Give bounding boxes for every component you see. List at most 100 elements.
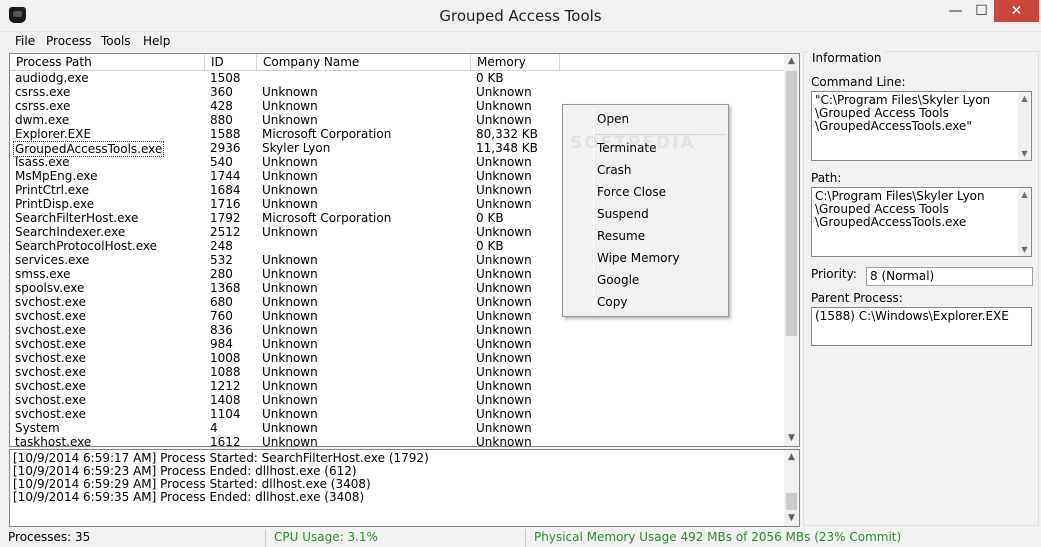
parent-process-field[interactable]: (1588) C:\Windows\Explorer.EXE [811,307,1032,346]
table-row[interactable]: svchost.exe 1008 Unknown Unknown [10,351,786,365]
cell-id: 1744 [210,169,241,183]
cell-id: 984 [210,337,233,351]
context-menu-google[interactable]: Google [597,271,727,289]
context-menu-crash[interactable]: Crash [597,161,727,179]
scroll-thumb[interactable] [786,493,797,510]
cell-path: svchost.exe [15,351,86,365]
cell-path: svchost.exe [15,365,86,379]
table-row[interactable]: System 4 Unknown Unknown [10,421,786,435]
scroll-up-arrow-icon[interactable]: ▲ [784,450,799,465]
cell-memory: Unknown [476,99,532,113]
scroll-down-arrow-icon[interactable]: ▼ [784,511,799,526]
cell-path: audiodg.exe [15,71,89,85]
menu-process[interactable]: Process [46,34,92,48]
context-menu-resume[interactable]: Resume [597,227,727,245]
cell-company: Unknown [262,407,318,421]
table-row[interactable]: taskhost.exe 1612 Unknown Unknown [10,435,786,447]
cell-memory: 0 KB [476,239,504,253]
scroll-down-arrow-icon[interactable]: ▼ [1018,243,1031,256]
scroll-up-arrow-icon[interactable]: ▲ [784,54,799,69]
cell-id: 1088 [210,365,241,379]
command-line-field[interactable]: "C:\Program Files\Skyler Lyon \Grouped A… [811,91,1032,161]
cell-path: csrss.exe [15,85,71,99]
event-log[interactable]: [10/9/2014 6:59:17 AM] Process Started: … [9,449,800,527]
cell-company: Unknown [262,267,318,281]
cell-company: Unknown [262,309,318,323]
cell-company: Unknown [262,113,318,127]
cell-memory: Unknown [476,85,532,99]
cell-path: svchost.exe [15,309,86,323]
command-line-label: Command Line: [811,75,906,89]
cell-company: Unknown [262,183,318,197]
cell-company: Unknown [262,379,318,393]
cell-memory: Unknown [476,393,532,407]
scroll-down-arrow-icon[interactable]: ▼ [1018,147,1031,160]
scroll-down-arrow-icon[interactable]: ▼ [784,431,799,446]
cell-memory: 80,332 KB [476,127,538,141]
context-menu-wipe-memory[interactable]: Wipe Memory [597,249,727,267]
cell-id: 1716 [210,197,241,211]
command-line-value: "C:\Program Files\Skyler Lyon \Grouped A… [815,93,991,133]
table-row[interactable]: svchost.exe 984 Unknown Unknown [10,337,786,351]
path-field[interactable]: C:\Program Files\Skyler Lyon \Grouped Ac… [811,187,1032,257]
cell-id: 4 [210,421,218,435]
context-menu-copy[interactable]: Copy [597,293,727,311]
table-row[interactable]: audiodg.exe 1508 0 KB [10,71,786,85]
process-list-scrollbar[interactable]: ▲ ▼ [784,54,799,446]
maximize-button[interactable]: ☐ [968,0,995,22]
table-row[interactable]: csrss.exe 360 Unknown Unknown [10,85,786,99]
cell-memory: Unknown [476,253,532,267]
cell-path: svchost.exe [15,393,86,407]
path-scrollbar[interactable]: ▲ ▼ [1018,188,1031,256]
menu-help[interactable]: Help [143,34,170,48]
context-menu-open[interactable]: Open [597,110,727,128]
cell-memory: Unknown [476,155,532,169]
priority-select[interactable]: 8 (Normal) [866,267,1033,286]
scroll-up-arrow-icon[interactable]: ▲ [1018,92,1031,105]
scroll-thumb[interactable] [786,71,797,336]
command-line-scrollbar[interactable]: ▲ ▼ [1018,92,1031,160]
cell-memory: 11,348 KB [476,141,538,155]
column-header-memory[interactable]: Memory [471,54,560,71]
cell-company: Microsoft Corporation [262,211,392,225]
status-cpu-usage: CPU Usage: 3.1% [265,529,525,547]
event-log-scrollbar[interactable]: ▲ ▼ [784,450,799,526]
cell-company: Unknown [262,99,318,113]
column-header-company-name[interactable]: Company Name [257,54,471,71]
cell-memory: Unknown [476,365,532,379]
cell-path: SearchFilterHost.exe [15,211,139,225]
cell-path: svchost.exe [15,407,86,421]
column-header-id[interactable]: ID [205,54,257,71]
cell-memory: Unknown [476,169,532,183]
status-bar: Processes: 35 CPU Usage: 3.1% Physical M… [0,528,1041,547]
context-menu-suspend[interactable]: Suspend [597,205,727,223]
table-row[interactable]: svchost.exe 1212 Unknown Unknown [10,379,786,393]
parent-process-label: Parent Process: [811,291,903,305]
cell-path: csrss.exe [15,99,71,113]
close-button[interactable]: ✕ [994,0,1039,22]
context-menu-force-close[interactable]: Force Close [597,183,727,201]
cell-company: Unknown [262,351,318,365]
table-row[interactable]: svchost.exe 1104 Unknown Unknown [10,407,786,421]
table-row[interactable]: svchost.exe 1408 Unknown Unknown [10,393,786,407]
cell-company: Unknown [262,365,318,379]
cell-id: 1104 [210,407,241,421]
minimize-button[interactable]: — [942,0,969,22]
cell-memory: Unknown [476,267,532,281]
table-row[interactable]: svchost.exe 836 Unknown Unknown [10,323,786,337]
softpedia-watermark: SOFTPEDIA [570,133,696,153]
menu-tools[interactable]: Tools [101,34,131,48]
status-memory-usage: Physical Memory Usage 492 MBs of 2056 MB… [525,529,1041,547]
table-row[interactable]: svchost.exe 1088 Unknown Unknown [10,365,786,379]
cell-id: 1612 [210,435,241,447]
cell-company: Unknown [262,253,318,267]
title-bar: Grouped Access Tools — ☐ ✕ [0,0,1041,32]
scroll-up-arrow-icon[interactable]: ▲ [1018,188,1031,201]
cell-memory: Unknown [476,407,532,421]
column-header-process-path[interactable]: Process Path [10,54,205,71]
menu-file[interactable]: File [15,34,35,48]
cell-company: Unknown [262,169,318,183]
cell-memory: Unknown [476,435,532,447]
cell-path: svchost.exe [15,379,86,393]
cell-memory: Unknown [476,337,532,351]
